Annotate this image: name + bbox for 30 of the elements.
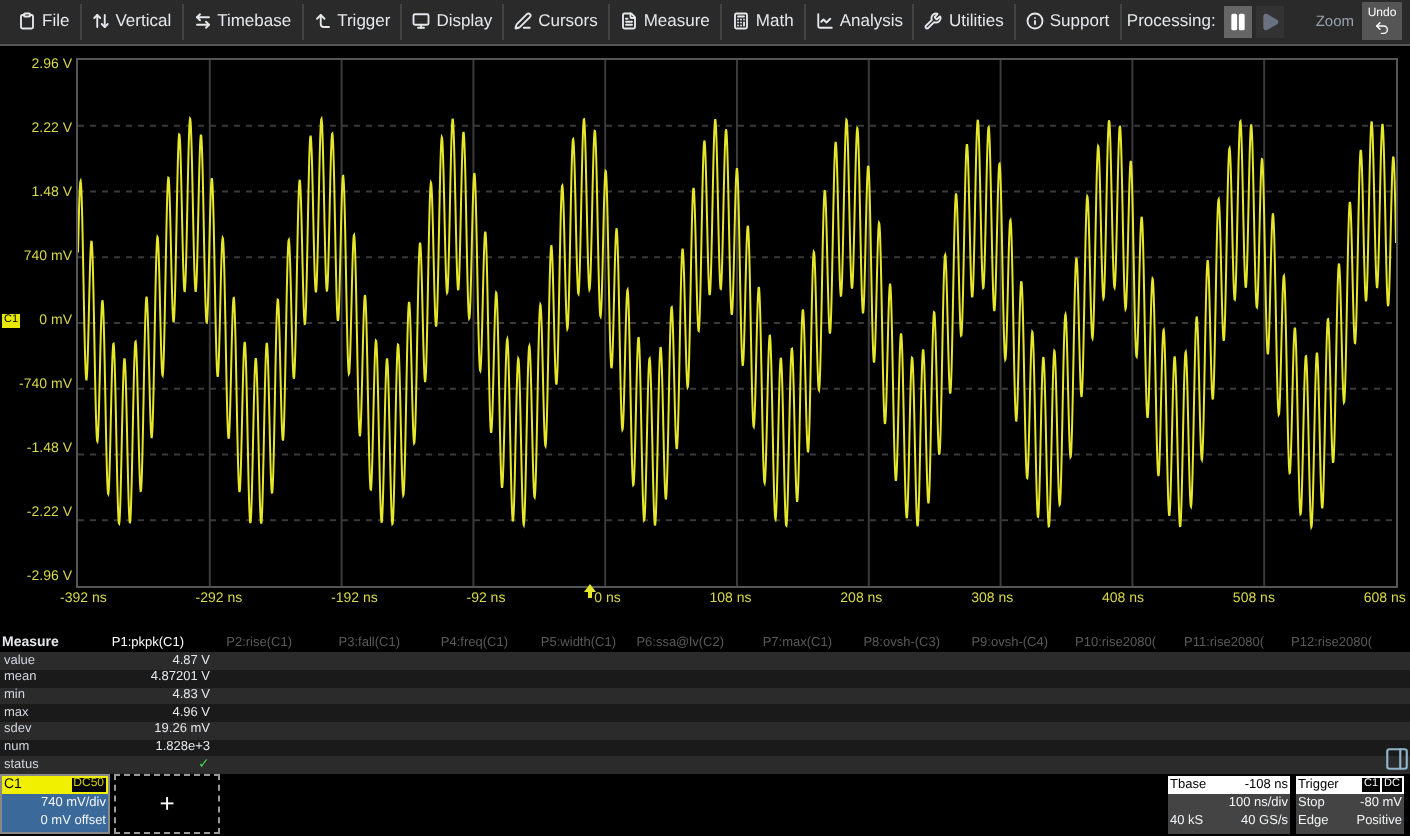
menu-item[interactable]: Measure bbox=[609, 3, 722, 40]
undo-icon bbox=[1374, 19, 1390, 36]
calculator-icon bbox=[731, 12, 750, 31]
trigger-marker-icon bbox=[584, 583, 596, 597]
side-panel-icon[interactable] bbox=[1384, 746, 1410, 773]
processing-label: Processing: bbox=[1126, 8, 1216, 35]
menu-item[interactable]: Utilities bbox=[914, 3, 1016, 40]
pause-icon bbox=[1227, 11, 1248, 32]
menu-item[interactable]: Analysis bbox=[805, 3, 915, 40]
corner-arrow-icon bbox=[313, 12, 332, 31]
menu-item[interactable]: Timebase bbox=[183, 3, 304, 40]
pen-icon bbox=[514, 12, 533, 31]
menu-item[interactable]: Math bbox=[721, 3, 806, 40]
monitor-icon bbox=[412, 12, 431, 31]
document-icon bbox=[619, 12, 638, 31]
menu-item[interactable]: Cursors bbox=[504, 3, 610, 40]
up-down-arrow-icon bbox=[91, 12, 110, 31]
clipboard-icon bbox=[18, 12, 36, 31]
play-icon bbox=[1259, 11, 1280, 32]
add-channel-button[interactable]: + bbox=[114, 774, 220, 834]
menu-item[interactable]: Vertical bbox=[81, 3, 184, 40]
pause-button[interactable] bbox=[1223, 5, 1252, 38]
info-icon bbox=[1025, 12, 1044, 31]
wrench-icon bbox=[924, 12, 943, 31]
left-right-arrow-icon bbox=[193, 12, 212, 31]
menu-item[interactable]: File bbox=[8, 3, 82, 40]
menu-item[interactable]: Support bbox=[1015, 3, 1122, 40]
menu-item[interactable]: Trigger bbox=[303, 3, 403, 40]
chart-icon bbox=[815, 12, 834, 31]
menu-item[interactable]: Display bbox=[402, 3, 505, 40]
